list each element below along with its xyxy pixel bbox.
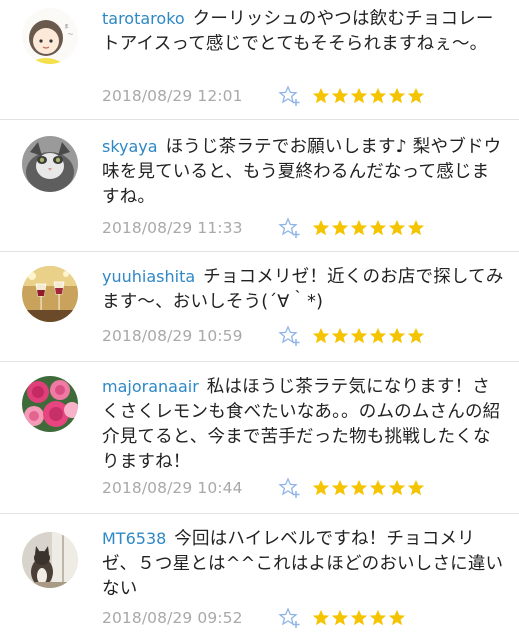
rating-star-icon (407, 327, 425, 345)
favorite-star-add-icon[interactable] (278, 85, 302, 107)
rating-star-icon (369, 219, 387, 237)
user-avatar[interactable] (22, 376, 78, 432)
comment-item: skyaya ほうじ茶ラテでお願いします♪ 梨やブドウ味を見ていると、もう夏終わる… (0, 120, 519, 252)
cat-window-avatar (22, 532, 78, 588)
rating-stars (312, 219, 425, 237)
comment-timestamp: 2018/08/29 10:59 (102, 327, 243, 345)
rating-star-icon (350, 87, 368, 105)
rating-star-icon (312, 479, 330, 497)
rating-star-icon (388, 609, 406, 627)
comment-item: yuuhiashita チョコメリゼ！近くのお店で探してみます〜、おいしそう(´∀… (0, 252, 519, 362)
rating-star-icon (331, 479, 349, 497)
rating-star-icon (331, 219, 349, 237)
comment-username[interactable]: skyaya (102, 137, 158, 156)
comment-timestamp: 2018/08/29 10:44 (102, 479, 243, 497)
svg-text:ま: ま (64, 24, 69, 30)
comment-timestamp: 2018/08/29 11:33 (102, 219, 243, 237)
rating-star-icon (331, 327, 349, 345)
rating-star-icon (312, 327, 330, 345)
rating-star-icon (312, 609, 330, 627)
rating-star-icon (407, 479, 425, 497)
rating-star-icon (388, 87, 406, 105)
comment-username[interactable]: yuuhiashita (102, 267, 195, 286)
favorite-star-add-icon[interactable] (278, 607, 302, 629)
favorite-star-add-icon[interactable] (278, 217, 302, 239)
cat-photo-avatar (22, 136, 78, 192)
rating-stars (312, 327, 425, 345)
comment-timestamp: 2018/08/29 09:52 (102, 609, 243, 627)
comment-text: ほうじ茶ラテでお願いします♪ 梨やブドウ味を見ていると、もう夏終わるんだなって感… (102, 137, 502, 207)
rating-star-icon (369, 87, 387, 105)
rating-star-icon (369, 609, 387, 627)
comment-item: MT6538 今回はハイレベルですね！チョコメリゼ、５つ星とは^^これはよほどのお… (0, 514, 519, 640)
rating-stars (312, 609, 406, 627)
rating-star-icon (407, 219, 425, 237)
rating-star-icon (350, 219, 368, 237)
favorite-star-add-icon[interactable] (278, 325, 302, 347)
rating-star-icon (369, 327, 387, 345)
rating-star-icon (350, 609, 368, 627)
rating-stars (312, 479, 425, 497)
rating-stars (312, 87, 425, 105)
user-avatar[interactable] (22, 136, 78, 192)
rating-star-icon (388, 219, 406, 237)
rating-star-icon (369, 479, 387, 497)
svg-text:〜: 〜 (68, 32, 73, 38)
user-avatar[interactable]: ま 〜 (22, 8, 78, 64)
rating-star-icon (407, 87, 425, 105)
rating-star-icon (331, 87, 349, 105)
rating-star-icon (388, 479, 406, 497)
comment-list: ま 〜 tarotaroko クーリッシュのやつは飲むチョコレートアイスって感じで… (0, 0, 519, 640)
comment-item: majoranaair 私はほうじ茶ラテ気になります！さくさくレモンも食べたいなあ… (0, 362, 519, 514)
comment-username[interactable]: tarotaroko (102, 9, 185, 28)
rating-star-icon (388, 327, 406, 345)
illustrated-girl-avatar: ま 〜 (22, 8, 78, 64)
rating-star-icon (350, 327, 368, 345)
user-avatar[interactable] (22, 532, 78, 588)
rating-star-icon (312, 87, 330, 105)
comment-username[interactable]: majoranaair (102, 377, 199, 396)
comment-timestamp: 2018/08/29 12:01 (102, 87, 243, 105)
comment-username[interactable]: MT6538 (102, 529, 166, 548)
rating-star-icon (312, 219, 330, 237)
wine-glasses-avatar (22, 266, 78, 322)
user-avatar[interactable] (22, 266, 78, 322)
favorite-star-add-icon[interactable] (278, 477, 302, 499)
rating-star-icon (350, 479, 368, 497)
rating-star-icon (331, 609, 349, 627)
pink-roses-avatar (22, 376, 78, 432)
comment-item: ま 〜 tarotaroko クーリッシュのやつは飲むチョコレートアイスって感じで… (0, 0, 519, 120)
